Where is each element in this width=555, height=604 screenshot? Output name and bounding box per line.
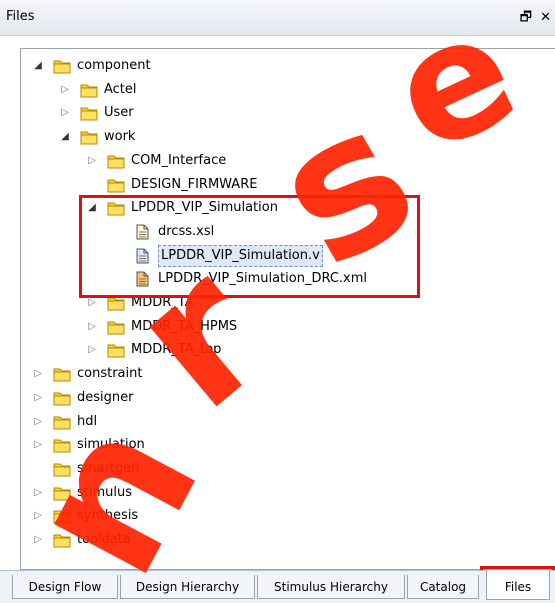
tree-item-label: MDDR_TA_HPMS [131, 318, 238, 334]
panel-controls: 🗗 ✕ [516, 8, 551, 30]
folder-icon [107, 177, 125, 193]
collapsed-arrow-icon[interactable]: ▷ [32, 434, 44, 456]
folder-icon [53, 508, 71, 524]
folder-icon [53, 532, 71, 548]
tree-item[interactable]: ▷ Actel [21, 79, 555, 101]
folder-icon [53, 461, 71, 477]
tree-item-label: drcss.xsl [158, 223, 215, 239]
tree-item-label: constraint [77, 366, 143, 382]
tree-item-label: designer [77, 389, 134, 405]
tree-item-label: MDDR_TA [131, 295, 194, 310]
tree-item-label: MDDR_TA_top [131, 342, 222, 358]
tree-item-label: hdl [77, 413, 98, 429]
tree-item[interactable]: ▷ hdl [21, 411, 555, 433]
collapsed-arrow-icon[interactable]: ▷ [32, 411, 44, 433]
collapsed-arrow-icon[interactable]: ▷ [59, 102, 71, 124]
bottom-tab-bar: Design Flow Design Hierarchy Stimulus Hier… [0, 570, 555, 603]
restore-icon[interactable]: 🗗 [520, 10, 532, 25]
folder-icon [53, 485, 71, 501]
tab-design-flow[interactable]: Design Flow [12, 575, 118, 599]
folder-icon [107, 319, 125, 335]
tree-item-label: work [104, 129, 136, 145]
tree-item-label: Actel [104, 81, 137, 97]
tree-item-label: LPDDR_VIP_Simulation_DRC.xml [158, 271, 368, 287]
tree-item-label: stimulus [77, 484, 133, 500]
collapsed-arrow-icon[interactable]: ▷ [32, 387, 44, 409]
collapsed-arrow-icon[interactable]: ▷ [32, 505, 44, 527]
folder-icon [80, 82, 98, 98]
folder-icon [107, 200, 125, 216]
folder-icon [80, 129, 98, 145]
panel-titlebar: Files 🗗 ✕ [0, 0, 555, 36]
expanded-arrow-icon[interactable]: ◢ [59, 126, 71, 148]
tree-item[interactable]: ▷ MDDR_TA [21, 292, 555, 314]
expanded-arrow-icon[interactable]: ◢ [32, 55, 44, 77]
close-icon[interactable]: ✕ [540, 10, 551, 25]
xml-file-icon [134, 271, 152, 287]
tree-item[interactable]: ▷ MDDR_TA_HPMS [21, 316, 555, 338]
expanded-arrow-icon[interactable]: ◢ [86, 197, 98, 219]
folder-icon [107, 342, 125, 358]
tree-item[interactable]: ▷ simulation [21, 434, 555, 456]
tree-item-label: LPDDR_VIP_Simulation.v [158, 244, 323, 267]
tree-item[interactable]: ▷ COM_Interface [21, 150, 555, 172]
verilog-file-icon [134, 248, 152, 264]
folder-icon [53, 390, 71, 406]
collapsed-arrow-icon[interactable]: ▷ [32, 363, 44, 385]
tree-item[interactable]: ▷ designer [21, 387, 555, 409]
panel-title: Files [6, 9, 35, 24]
collapsed-arrow-icon[interactable]: ▷ [86, 339, 98, 361]
tree-item[interactable]: ▷ synthesis [21, 505, 555, 527]
tree-item[interactable]: ◢ LPDDR_VIP_Simulation [21, 197, 555, 219]
folder-icon [107, 153, 125, 169]
tree-item[interactable]: ▷ stimulus [21, 482, 555, 504]
tab-stimulus-hierarchy[interactable]: Stimulus Hierarchy [257, 575, 405, 599]
tree-item[interactable]: ▷ constraint [21, 363, 555, 385]
folder-icon [53, 366, 71, 382]
tree-item-label: LPDDR_VIP_Simulation [131, 200, 278, 216]
tree-item[interactable]: ▷ MDDR_TA_top [21, 339, 555, 361]
collapsed-arrow-icon[interactable]: ▷ [86, 292, 98, 314]
collapsed-arrow-icon[interactable]: ▷ [32, 482, 44, 504]
collapsed-arrow-icon[interactable]: ▷ [59, 79, 71, 101]
tree-item[interactable]: LPDDR_VIP_Simulation.v [21, 244, 555, 267]
tab-catalog[interactable]: Catalog [407, 575, 479, 599]
tree-item[interactable]: DESIGN_FIRMWARE [21, 174, 555, 196]
tree-item-label: synthesis [77, 508, 139, 524]
folder-icon [53, 58, 71, 74]
tab-files[interactable]: Files [486, 570, 550, 600]
collapsed-arrow-icon[interactable]: ▷ [86, 316, 98, 338]
tree-item-label: User [104, 105, 134, 121]
file-icon [134, 224, 152, 240]
tree-item-label: smartgen [77, 460, 140, 476]
collapsed-arrow-icon[interactable]: ▷ [32, 529, 44, 551]
tree-item[interactable]: ◢ component [21, 55, 555, 77]
folder-icon [107, 295, 125, 311]
tree-item[interactable]: LPDDR_VIP_Simulation_DRC.xml [21, 268, 555, 290]
tree-item-label: tooldata [77, 532, 131, 547]
file-tree[interactable]: ◢ component ▷ Actel ▷ User ◢ work ▷ COM_Interface… [20, 48, 555, 570]
tree-item[interactable]: smartgen [21, 458, 555, 480]
tree-item[interactable]: ▷ User [21, 102, 555, 124]
tree-item-label: component [77, 58, 151, 73]
tree-item-label: DESIGN_FIRMWARE [131, 176, 258, 192]
tab-design-hierarchy[interactable]: Design Hierarchy [120, 575, 255, 599]
collapsed-arrow-icon[interactable]: ▷ [86, 150, 98, 172]
folder-icon [80, 105, 98, 121]
folder-icon [53, 414, 71, 430]
tree-item[interactable]: ▷ tooldata [21, 529, 555, 551]
tree-item[interactable]: ◢ work [21, 126, 555, 148]
tree-item-label: simulation [77, 437, 145, 453]
folder-icon [53, 437, 71, 453]
tree-item[interactable]: drcss.xsl [21, 221, 555, 243]
tree-item-label: COM_Interface [131, 152, 227, 168]
